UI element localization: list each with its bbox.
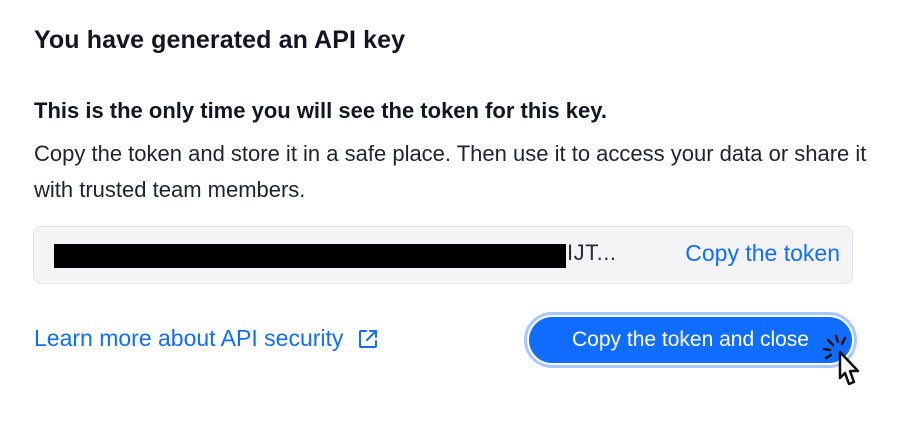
pointer-hand-icon	[818, 330, 878, 400]
learn-more-link[interactable]: Learn more about API security	[34, 325, 379, 352]
token-warning: This is the only time you will see the t…	[34, 98, 607, 123]
dialog-title: You have generated an API key	[34, 26, 406, 54]
learn-more-label: Learn more about API security	[34, 325, 344, 351]
api-key-dialog: You have generated an API key This is th…	[0, 0, 900, 428]
token-value: IJT...	[567, 240, 617, 265]
dialog-description: Copy the token and store it in a safe pl…	[34, 141, 867, 202]
copy-token-link[interactable]: Copy the token	[685, 240, 840, 267]
copy-token-and-close-button[interactable]: Copy the token and close	[529, 317, 852, 363]
external-link-icon	[357, 328, 379, 350]
token-redaction	[54, 244, 566, 268]
token-field[interactable]: IJT... Copy the token	[33, 226, 853, 284]
